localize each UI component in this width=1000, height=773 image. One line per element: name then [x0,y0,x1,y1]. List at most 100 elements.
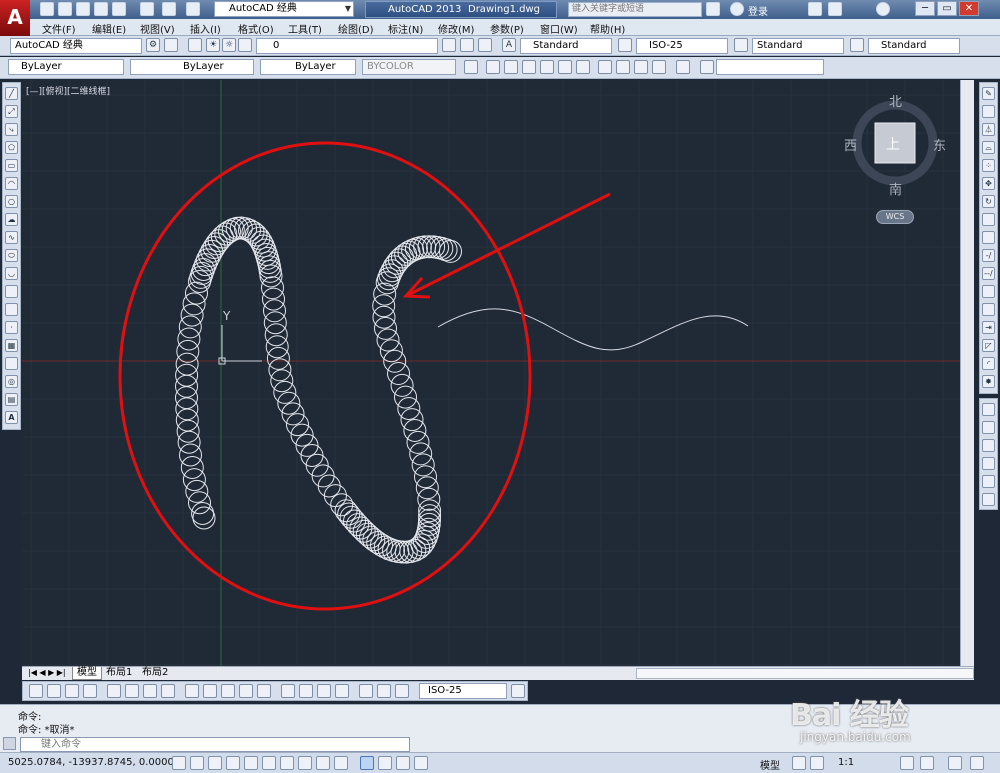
quick-view-layouts-icon[interactable] [792,756,806,770]
lightbulb-isolate-icon[interactable] [948,756,962,770]
application-menu-button[interactable]: A [0,0,30,36]
table-style-icon[interactable] [734,38,748,52]
star-icon[interactable] [828,2,842,16]
diameter-dim-icon[interactable] [143,684,157,698]
login-link[interactable]: 登录 [748,3,768,18]
lightbulb-icon[interactable]: ☀ [206,38,220,52]
workspace-combo[interactable]: AutoCAD 经典 [10,38,142,54]
named-view-combo[interactable] [716,59,824,75]
explode-icon[interactable]: ✸ [982,375,995,388]
dim-style-combo[interactable]: ISO-25 [636,38,728,54]
array-circle[interactable] [263,299,286,323]
search-input[interactable]: 键入关键字或短语 [568,2,702,17]
break-at-point-icon[interactable] [982,285,995,298]
mirror-icon[interactable]: ⏃ [982,123,995,136]
dynamic-ucs-icon[interactable] [316,756,330,770]
menu-edit[interactable]: 编辑(E) [92,21,126,36]
transparency-icon[interactable] [378,756,392,770]
clean-screen-icon[interactable] [970,756,984,770]
multileader-style-combo[interactable]: Standard [868,38,960,54]
coordinate-readout[interactable]: 5025.0784, -13937.8745, 0.0000 [8,757,174,768]
move-icon[interactable]: ✥ [982,177,995,190]
radius-dim-icon[interactable] [107,684,121,698]
wcs-menu-button[interactable]: WCS [876,210,914,224]
view-bottom-icon[interactable] [504,60,518,74]
dim-break-icon[interactable] [257,684,271,698]
menu-tools[interactable]: 工具(T) [288,21,322,36]
extend-icon[interactable]: --/ [982,267,995,280]
polygon-icon[interactable]: ⬠ [5,141,18,154]
scale-icon[interactable] [982,213,995,226]
print-preview-icon[interactable] [112,2,126,16]
binoculars-icon[interactable] [706,2,720,16]
sun-icon[interactable]: ☼ [222,38,236,52]
linetype-combo[interactable]: ByLayer [130,59,254,75]
compass-west[interactable]: 西 [844,135,857,154]
dim-space-icon[interactable] [239,684,253,698]
make-current-icon[interactable] [460,38,474,52]
iso-nw-icon[interactable] [652,60,666,74]
dynamic-input-icon[interactable] [334,756,348,770]
gear-icon[interactable]: ⚙ [146,38,160,52]
center-mark-icon[interactable] [299,684,313,698]
iso-ne-icon[interactable] [634,60,648,74]
dim-edit-icon[interactable] [359,684,373,698]
tab-layout2[interactable]: 布局2 [138,667,172,680]
compass-south[interactable]: 南 [889,179,902,198]
lineweight-toggle-icon[interactable] [360,756,374,770]
command-input[interactable]: 键入命令 [20,737,410,752]
table-icon[interactable]: ▤ [5,393,18,406]
wrench-icon[interactable] [3,737,16,750]
menu-parametric[interactable]: 参数(P) [490,21,524,36]
workspace-dropdown[interactable]: AutoCAD 经典 ▼ [214,1,354,17]
menu-modify[interactable]: 修改(M) [438,21,474,36]
snap-mode-icon[interactable] [190,756,204,770]
open-file-icon[interactable] [58,2,72,16]
arc-length-icon[interactable] [65,684,79,698]
tab-model[interactable]: 模型 [72,667,102,680]
erase-icon[interactable]: ✎ [982,87,995,100]
array-circle[interactable] [192,506,216,530]
bring-above-icon[interactable] [982,439,995,452]
aligned-dim-icon[interactable] [47,684,61,698]
view-top-icon[interactable] [486,60,500,74]
workspace-switch-icon[interactable] [900,756,914,770]
bring-to-front-icon[interactable] [982,403,995,416]
array-circle[interactable] [265,335,289,359]
selection-cycling-icon[interactable] [414,756,428,770]
circle-icon[interactable]: ○ [5,195,18,208]
break-icon[interactable] [982,303,995,316]
layer-state-icon[interactable] [478,38,492,52]
angular-dim-icon[interactable] [161,684,175,698]
layer-properties-icon[interactable] [188,38,202,52]
baseline-dim-icon[interactable] [203,684,217,698]
exchange-icon[interactable] [808,2,822,16]
offset-icon[interactable]: ⌓ [982,141,995,154]
plot-icon[interactable] [140,2,154,16]
menu-format[interactable]: 格式(O) [238,21,274,36]
region-icon[interactable]: ◎ [5,375,18,388]
stretch-icon[interactable] [982,231,995,244]
multileader-style-icon[interactable] [850,38,864,52]
grid-display-icon[interactable] [208,756,222,770]
line-icon[interactable]: ╱ [5,87,18,100]
menu-dimension[interactable]: 标注(N) [388,21,423,36]
menu-file[interactable]: 文件(F) [42,21,76,36]
ellipse-arc-icon[interactable]: ◡ [5,267,18,280]
tab-layout1[interactable]: 布局1 [102,667,136,680]
dim-update-icon[interactable] [395,684,409,698]
tab-scroll-buttons[interactable]: |◀ ◀ ▶ ▶| [24,667,70,680]
copy-icon[interactable] [982,105,995,118]
spline-icon[interactable]: ∿ [5,231,18,244]
text-style-icon[interactable]: A [502,38,516,52]
quick-dim-icon[interactable] [185,684,199,698]
hatch-back-icon[interactable] [982,493,995,506]
view-left-icon[interactable] [522,60,536,74]
text-style-combo[interactable]: Standard [520,38,612,54]
iso-se-icon[interactable] [616,60,630,74]
circle-path-array[interactable] [175,216,462,564]
view-front-icon[interactable] [558,60,572,74]
save-as-icon[interactable] [94,2,108,16]
view-right-icon[interactable] [540,60,554,74]
fillet-icon[interactable]: ◜ [982,357,995,370]
